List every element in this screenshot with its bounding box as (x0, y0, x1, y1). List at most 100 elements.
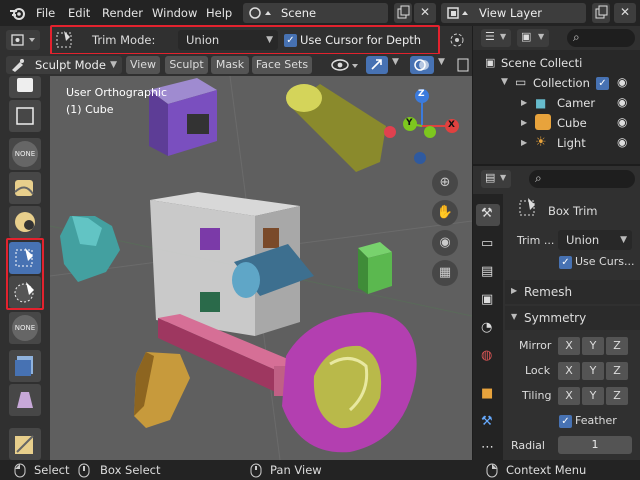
menu-mask[interactable]: Mask (211, 56, 249, 74)
lock-y-toggle[interactable]: Y (582, 362, 604, 380)
modifier-tab-icon[interactable]: ⚒ (481, 414, 493, 429)
3d-viewport[interactable]: User Orthographic (1) Cube Z Y X ⊕ ✋ ◉ ▦ (50, 76, 472, 460)
tiling-z-toggle[interactable]: Z (606, 387, 628, 405)
highlight-box-tool-header (50, 25, 440, 55)
tool-none-1[interactable]: NONE (9, 138, 41, 170)
mirror-x-toggle[interactable]: X (558, 337, 580, 355)
radial-value-field[interactable]: 1 (558, 436, 632, 454)
box-trim-icon (519, 198, 535, 216)
pan-button[interactable]: ✋ (432, 200, 458, 226)
mirror-z-toggle[interactable]: Z (606, 337, 628, 355)
feather-checkbox[interactable]: ✓ (559, 415, 572, 428)
properties-editor-type[interactable]: ▤ ▼ (481, 170, 511, 188)
outliner-camera[interactable]: Camer (557, 96, 595, 110)
tool-mesh-filter[interactable] (9, 350, 41, 382)
menu-view[interactable]: View (126, 56, 160, 74)
object-tab-icon[interactable]: ■ (481, 386, 493, 401)
lock-z-toggle[interactable]: Z (606, 362, 628, 380)
gizmo-x-label: X (448, 120, 455, 130)
use-cursor-prop-checkbox[interactable]: ✓ (559, 256, 572, 269)
mouse-middle-icon (250, 463, 262, 478)
trim-mode-prop-dropdown[interactable]: Union ▼ (558, 230, 632, 250)
expand-arrow-icon[interactable]: ▶ (521, 98, 527, 107)
eye-icon[interactable]: ◉ (617, 75, 627, 89)
overlays-toggle-button[interactable] (410, 56, 434, 74)
tool-draw[interactable] (9, 76, 41, 98)
checkmark-icon: ✓ (598, 78, 607, 89)
tool-settings-more-icon[interactable] (448, 31, 466, 49)
particles-tab-icon[interactable]: ⋯ (481, 440, 494, 455)
mesh-object-icon (535, 114, 551, 130)
outliner-search-input[interactable]: ⌕ (567, 29, 635, 47)
menu-edit[interactable]: Edit (68, 6, 90, 20)
overlays-icon (414, 59, 429, 71)
expand-arrow-icon[interactable]: ▶ (521, 118, 527, 127)
chevron-down-icon: ▼ (500, 173, 507, 182)
gizmo-toggle-button[interactable] (366, 56, 388, 74)
editor-type-button[interactable] (6, 30, 40, 50)
mode-selector[interactable]: Sculpt Mode ▼ (6, 56, 122, 74)
menu-file[interactable]: File (36, 6, 55, 20)
tool-none-2[interactable]: NONE (9, 312, 41, 344)
remesh-panel-header[interactable]: ▶ Remesh (505, 280, 640, 304)
ortho-toggle-button[interactable]: ▦ (432, 260, 458, 286)
menu-face-sets[interactable]: Face Sets (252, 56, 312, 74)
menu-help[interactable]: Help (206, 6, 232, 20)
world-tab-icon[interactable]: ◍ (481, 348, 492, 363)
symmetry-panel-header[interactable]: ▼ Symmetry (505, 306, 640, 330)
checkmark-icon: ✓ (561, 257, 570, 268)
expand-arrow-icon[interactable]: ▼ (501, 77, 508, 87)
scene-selector[interactable]: Scene (243, 3, 388, 23)
tool-face-set-brush[interactable] (9, 206, 41, 238)
outliner-light[interactable]: Light (557, 136, 586, 150)
render-tab-icon[interactable]: ▭ (481, 236, 493, 251)
menu-sculpt[interactable]: Sculpt (165, 56, 208, 74)
tool-settings-header: Trim Mode: Union ▼ ✓ Use Cursor for Dept… (0, 25, 472, 55)
camera-view-button[interactable]: ◉ (432, 230, 458, 256)
top-menu-bar: File Edit Render Window Help Scene ✕ Vie… (0, 0, 640, 26)
duplicate-icon (397, 5, 410, 19)
tiling-x-toggle[interactable]: X (558, 387, 580, 405)
remove-scene-button[interactable]: ✕ (414, 3, 436, 23)
menu-window[interactable]: Window (152, 6, 197, 20)
outliner-editor-type[interactable]: ☰ ▼ (481, 29, 511, 47)
chevron-down-icon[interactable]: ▼ (392, 57, 399, 67)
eye-icon[interactable]: ◉ (617, 95, 627, 109)
eye-icon[interactable]: ◉ (617, 135, 627, 149)
blender-logo-icon[interactable] (8, 5, 26, 21)
remove-view-layer-button[interactable]: ✕ (614, 3, 636, 23)
status-context-menu: Context Menu (506, 463, 587, 477)
tool-annotate[interactable] (9, 428, 41, 460)
cloth-filter-icon (17, 392, 33, 408)
mirror-y-toggle[interactable]: Y (582, 337, 604, 355)
expand-arrow-icon[interactable]: ▶ (521, 138, 527, 147)
view-layer-tab-icon[interactable]: ▣ (481, 292, 493, 307)
lock-label: Lock (525, 364, 551, 377)
outliner-cube[interactable]: Cube (557, 116, 587, 130)
view-layer-selector[interactable]: View Layer (441, 3, 586, 23)
mode-label: Sculpt Mode (35, 58, 106, 72)
navigation-gizmo[interactable]: Z Y X (380, 84, 460, 174)
scene-tab-icon[interactable]: ◔ (481, 320, 492, 335)
tool-mask-brush[interactable] (9, 172, 41, 204)
chevron-down-icon[interactable]: ▼ (438, 57, 445, 67)
tab-tool[interactable]: ⚒ (476, 204, 500, 226)
outliner-scene-collection[interactable]: Scene Collecti (501, 56, 582, 70)
copy-scene-button[interactable] (394, 3, 412, 23)
properties-search-input[interactable]: ⌕ (529, 170, 635, 188)
hand-icon: ✋ (436, 205, 454, 220)
menu-render[interactable]: Render (102, 6, 143, 20)
eye-visibility-icon[interactable] (330, 57, 360, 73)
lock-x-toggle[interactable]: X (558, 362, 580, 380)
output-tab-icon[interactable]: ▤ (481, 264, 493, 279)
copy-view-layer-button[interactable] (592, 3, 610, 23)
tiling-y-toggle[interactable]: Y (582, 387, 604, 405)
zoom-button[interactable]: ⊕ (432, 170, 458, 196)
collection-include-checkbox[interactable]: ✓ (596, 77, 609, 90)
tool-cloth-filter[interactable] (9, 384, 41, 416)
display-mode-dropdown[interactable]: ▣ ▼ (517, 29, 549, 47)
tool-box-mask[interactable] (9, 100, 41, 132)
xray-icon[interactable] (456, 57, 470, 73)
outliner-collection[interactable]: Collection (533, 76, 590, 90)
eye-icon[interactable]: ◉ (617, 115, 627, 129)
